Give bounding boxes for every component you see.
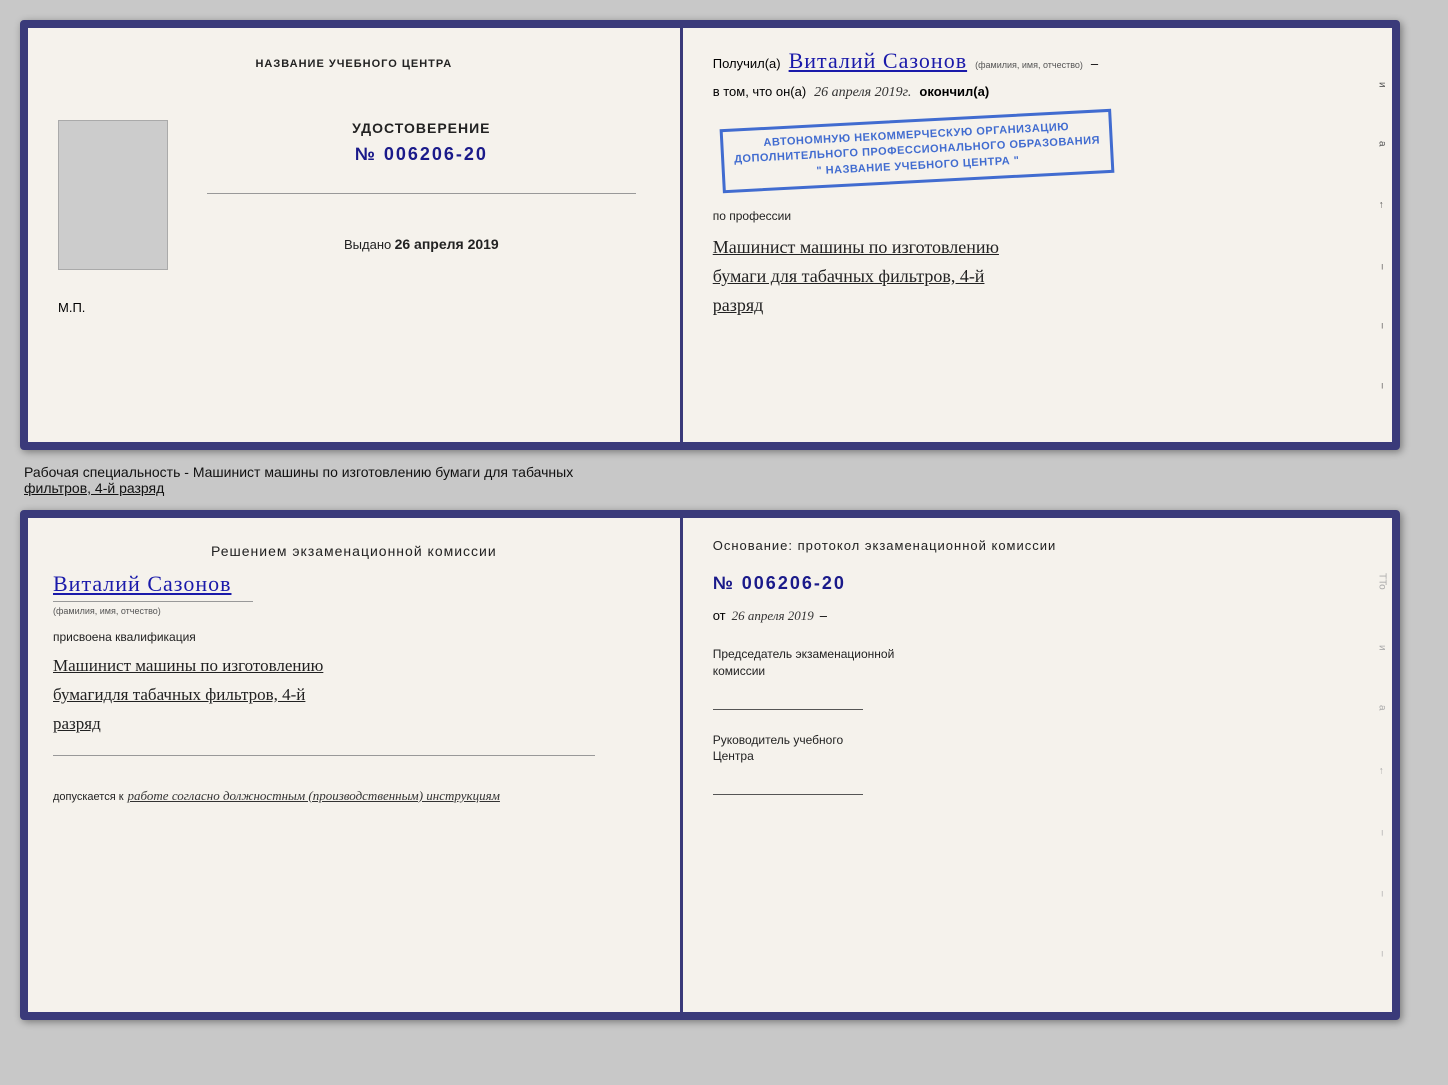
qual-line1: Машинист машины по изготовлению — [53, 652, 655, 681]
top-org-title: НАЗВАНИЕ УЧЕБНОГО ЦЕНТРА — [255, 58, 452, 70]
profession-label: по профессии — [713, 209, 1367, 223]
edge-mark-arrow: ← — [1376, 200, 1387, 210]
protocol-date: 26 апреля 2019 — [732, 608, 814, 624]
received-block: Получил(а) Виталий Сазонов (фамилия, имя… — [713, 48, 1367, 74]
top-left-page: НАЗВАНИЕ УЧЕБНОГО ЦЕНТРА УДОСТОВЕРЕНИЕ №… — [28, 28, 683, 442]
qual-line3: разряд — [53, 710, 655, 739]
cert-title-label: УДОСТОВЕРЕНИЕ — [352, 120, 490, 136]
profession-line2: бумаги для табачных фильтров, 4-й — [713, 262, 1367, 291]
protocol-date-block: от 26 апреля 2019 – — [713, 608, 1367, 624]
issued-date: 26 апреля 2019 — [395, 236, 499, 252]
admission-label: допускается к — [53, 791, 124, 803]
received-label: Получил(а) — [713, 56, 781, 71]
headmaster-label2: Центра — [713, 748, 1367, 765]
bottom-right-edge-marks: TTo и а ← – – – — [1372, 518, 1392, 1012]
chairman-block: Председатель экзаменационной комиссии — [713, 646, 1367, 710]
stamp-block: АВТОНОМНУЮ НЕКОММЕРЧЕСКУЮ ОРГАНИЗАЦИЮ ДО… — [713, 111, 1367, 191]
bottom-name-block: Виталий Сазонов (фамилия, имя, отчество) — [53, 571, 655, 616]
recipient-name: Виталий Сазонов — [789, 48, 967, 74]
bottom-right-page: Основание: протокол экзаменационной коми… — [683, 518, 1392, 1012]
date-block: в том, что он(а) 26 апреля 2019г. окончи… — [713, 84, 1367, 101]
basis-title: Основание: протокол экзаменационной коми… — [713, 538, 1367, 553]
edge-mark-dash2: – — [1376, 323, 1387, 329]
chairman-signature-line — [713, 685, 863, 710]
photo-placeholder — [58, 120, 168, 270]
date-prefix: от — [713, 608, 726, 623]
profession-block: Машинист машины по изготовлению бумаги д… — [713, 233, 1367, 319]
cert-number: № 006206-20 — [355, 144, 488, 165]
stamp-text: АВТОНОМНУЮ НЕКОММЕРЧЕСКУЮ ОРГАНИЗАЦИЮ ДО… — [719, 109, 1114, 194]
edge-mark-dash3: – — [1376, 383, 1387, 389]
tto-mark: TTo — [1376, 573, 1387, 590]
edge-d1: – — [1376, 830, 1387, 836]
between-label-underline: фильтров, 4-й разряд — [24, 480, 164, 496]
bottom-person-name: Виталий Сазонов — [53, 571, 231, 597]
edge-d2: – — [1376, 891, 1387, 897]
bottom-left-page: Решением экзаменационной комиссии Витали… — [28, 518, 683, 1012]
recipient-subtitle: (фамилия, имя, отчество) — [975, 60, 1083, 70]
protocol-number: № 006206-20 — [713, 573, 1367, 594]
between-label-block: Рабочая специальность - Машинист машины … — [20, 462, 1428, 498]
chairman-label2: комиссии — [713, 663, 1367, 680]
exam-commission-title: Решением экзаменационной комиссии — [53, 543, 655, 559]
edge-mark-i: и — [1376, 82, 1387, 88]
edge-mark-a: а — [1376, 141, 1387, 147]
profession-line1: Машинист машины по изготовлению — [713, 233, 1367, 262]
profession-line3: разряд — [713, 291, 1367, 320]
mp-label: М.П. — [58, 300, 85, 315]
edge-mark-dash1: – — [1376, 264, 1387, 270]
edge-d3: – — [1376, 951, 1387, 957]
between-label-line1: Рабочая специальность - Машинист машины … — [24, 464, 1424, 480]
date-dash: – — [820, 608, 827, 623]
issued-line: Выдано 26 апреля 2019 — [344, 236, 499, 252]
edge-a: а — [1376, 705, 1387, 711]
headmaster-signature-line — [713, 770, 863, 795]
qual-line2: бумагидля табачных фильтров, 4-й — [53, 681, 655, 710]
top-certificate: НАЗВАНИЕ УЧЕБНОГО ЦЕНТРА УДОСТОВЕРЕНИЕ №… — [20, 20, 1400, 450]
bottom-certificate: Решением экзаменационной комиссии Витали… — [20, 510, 1400, 1020]
headmaster-label1: Руководитель учебного — [713, 732, 1367, 749]
edge-i: и — [1376, 645, 1387, 651]
completed-label: окончил(а) — [919, 84, 989, 99]
qualification-block: Машинист машины по изготовлению бумагидл… — [53, 652, 655, 739]
edge-arrow: ← — [1376, 766, 1387, 776]
in-that-label: в том, что он(а) — [713, 84, 806, 99]
admission-text: работе согласно должностным (производств… — [128, 788, 500, 804]
dash1: – — [1091, 56, 1098, 71]
top-right-page: Получил(а) Виталий Сазонов (фамилия, имя… — [683, 28, 1392, 442]
bottom-person-subtitle: (фамилия, имя, отчество) — [53, 606, 161, 616]
completed-date: 26 апреля 2019г. — [814, 85, 911, 101]
headmaster-block: Руководитель учебного Центра — [713, 732, 1367, 796]
qualification-label: присвоена квалификация — [53, 630, 655, 644]
right-edge-marks: и а ← – – – — [1372, 28, 1392, 442]
page-container: НАЗВАНИЕ УЧЕБНОГО ЦЕНТРА УДОСТОВЕРЕНИЕ №… — [20, 20, 1428, 1020]
between-label-line2: фильтров, 4-й разряд — [24, 480, 1424, 496]
issued-label: Выдано — [344, 237, 391, 252]
chairman-label1: Председатель экзаменационной — [713, 646, 1367, 663]
admission-block: допускается к работе согласно должностны… — [53, 788, 655, 804]
